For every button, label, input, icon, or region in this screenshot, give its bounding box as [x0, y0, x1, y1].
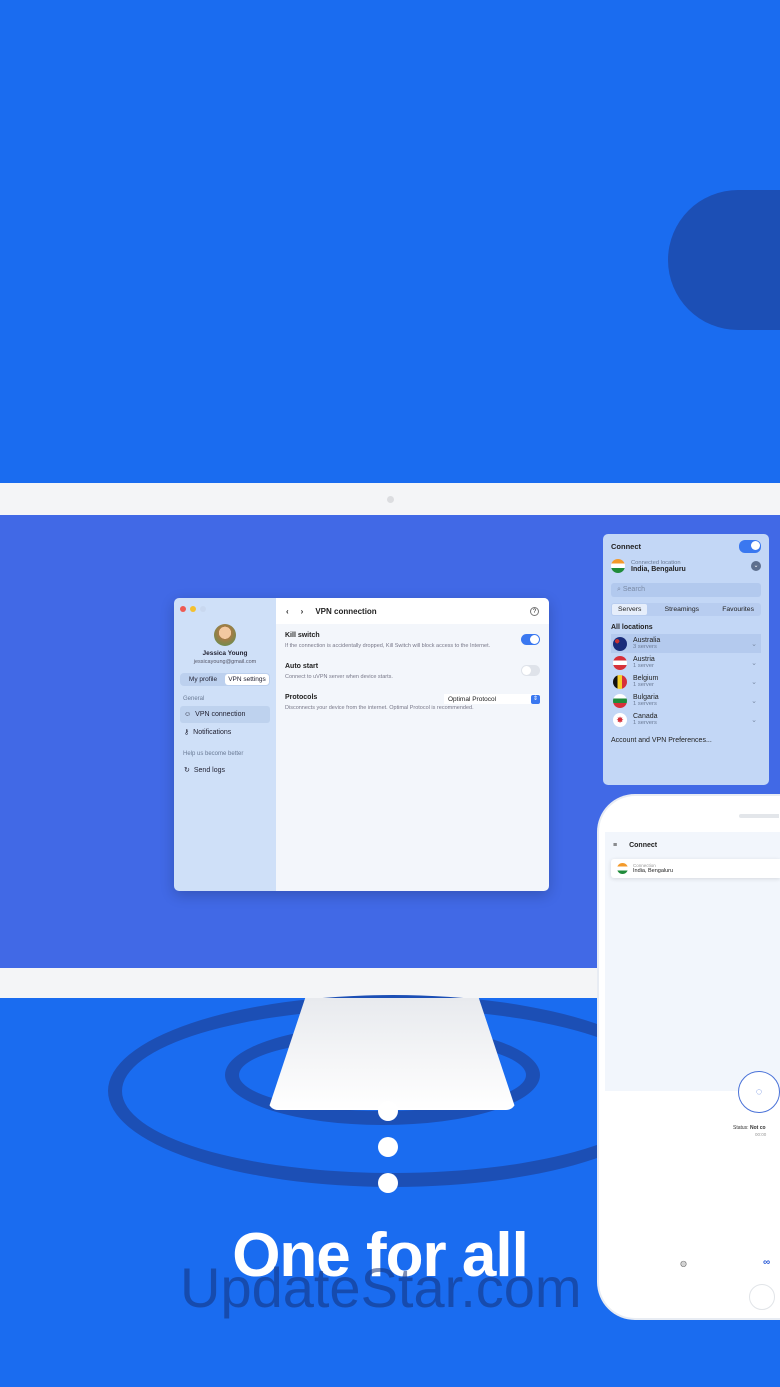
section-label: Help us become better — [183, 751, 244, 757]
chevron-updown-icon: ⇕ — [531, 694, 540, 704]
protocols-setting: Protocols Disconnects your device from th… — [285, 694, 540, 711]
key-icon: ⚷ — [184, 729, 190, 736]
country-item[interactable]: ✸ Canada 1 servers ⌄ — [611, 710, 761, 729]
monitor-stand — [268, 998, 516, 1110]
camera-icon — [387, 496, 394, 503]
back-icon[interactable]: ‹ — [286, 607, 289, 616]
timer: 00:00 — [755, 1132, 767, 1137]
zoom-button[interactable] — [200, 606, 206, 612]
country-item[interactable]: Austria 1 server ⌄ — [611, 653, 761, 672]
phone-title: Connect — [629, 842, 658, 849]
decorative-dot — [378, 1101, 398, 1121]
chevron-down-icon: ⌄ — [751, 679, 757, 686]
tab-streamings[interactable]: Streamings — [659, 604, 705, 615]
infinity-icon[interactable]: ∞ — [763, 1257, 770, 1268]
country-item[interactable]: Bulgaria 1 servers ⌄ — [611, 691, 761, 710]
canada-flag-icon: ✸ — [613, 712, 627, 727]
connect-label: Connect — [611, 542, 641, 551]
refresh-icon: ↻ — [184, 767, 190, 774]
auto-start-setting: Auto start Connect to uVPN server when de… — [276, 655, 549, 680]
india-flag-icon — [617, 863, 628, 874]
chevron-down-icon: ⌄ — [751, 641, 757, 648]
chevron-down-icon: ⌄ — [751, 717, 757, 724]
chevron-down-icon: ⌄ — [751, 660, 757, 667]
country-item[interactable]: Belgium 1 server ⌄ — [611, 672, 761, 691]
watermark: UpdateStar.com — [180, 1256, 582, 1319]
tab-servers[interactable]: Servers — [612, 604, 648, 615]
all-locations-heading: All locations — [611, 624, 653, 631]
preferences-link[interactable]: Account and VPN Preferences... — [611, 737, 761, 744]
kill-switch-toggle[interactable] — [521, 634, 540, 645]
user-email: jessicayoung@gmail.com — [193, 659, 257, 665]
user-icon: ☺ — [184, 711, 192, 718]
minimize-button[interactable] — [190, 606, 196, 612]
protocol-select[interactable]: Optimal Protocol ⇕ — [444, 694, 540, 704]
settings-window: Jessica Young jessicayoung@gmail.com My … — [174, 598, 549, 891]
australia-flag-icon — [613, 636, 627, 651]
status-text: Status: Not co — [733, 1125, 766, 1131]
kill-switch-setting: Kill switch If the connection is accident… — [276, 624, 549, 649]
chevron-down-icon: ⌄ — [751, 698, 757, 705]
help-icon[interactable]: ? — [530, 606, 539, 616]
india-flag-icon — [611, 559, 625, 573]
tab-favourites[interactable]: Favourites — [716, 604, 760, 615]
sidebar-item-send-logs[interactable]: ↻ Send logs — [180, 761, 270, 779]
bulgaria-flag-icon — [613, 693, 627, 708]
page-title: VPN connection — [315, 606, 377, 616]
close-button[interactable] — [180, 606, 186, 612]
search-input[interactable]: ⌕ Search — [611, 583, 761, 597]
auto-start-toggle[interactable] — [521, 665, 540, 676]
sidebar-item-vpn-connection[interactable]: ☺ VPN connection — [180, 706, 270, 723]
connect-toggle[interactable] — [739, 540, 761, 553]
section-label: General — [183, 696, 205, 702]
phone-speaker — [739, 814, 779, 818]
austria-flag-icon — [613, 655, 627, 670]
decorative-dot — [378, 1137, 398, 1157]
country-item[interactable]: Australia 3 servers ⌄ — [611, 634, 761, 653]
connected-location[interactable]: Connected location India, Bengaluru ⌄ — [611, 559, 761, 573]
decorative-dot — [378, 1173, 398, 1193]
tab-vpn-settings[interactable]: VPN settings — [225, 674, 269, 685]
sidebar: Jessica Young jessicayoung@gmail.com My … — [174, 598, 276, 891]
connect-power-button[interactable]: ◌ — [738, 1071, 780, 1113]
sidebar-item-notifications[interactable]: ⚷ Notifications — [180, 723, 270, 741]
tab-my-profile[interactable]: My profile — [181, 674, 225, 685]
forward-icon[interactable]: › — [301, 607, 304, 616]
phone-screen: ≡ Connect Connection India, Bengaluru ◌ St… — [605, 832, 780, 1268]
vpn-popover: Connect Connected location India, Bengalu… — [603, 534, 769, 785]
avatar — [214, 624, 236, 646]
decorative-shape — [668, 190, 780, 330]
phone-location-card[interactable]: Connection India, Bengaluru — [611, 859, 780, 878]
chevron-down-icon[interactable]: ⌄ — [751, 561, 761, 571]
menu-icon[interactable]: ≡ — [613, 842, 617, 849]
user-name: Jessica Young — [202, 650, 248, 657]
belgium-flag-icon — [613, 674, 627, 689]
